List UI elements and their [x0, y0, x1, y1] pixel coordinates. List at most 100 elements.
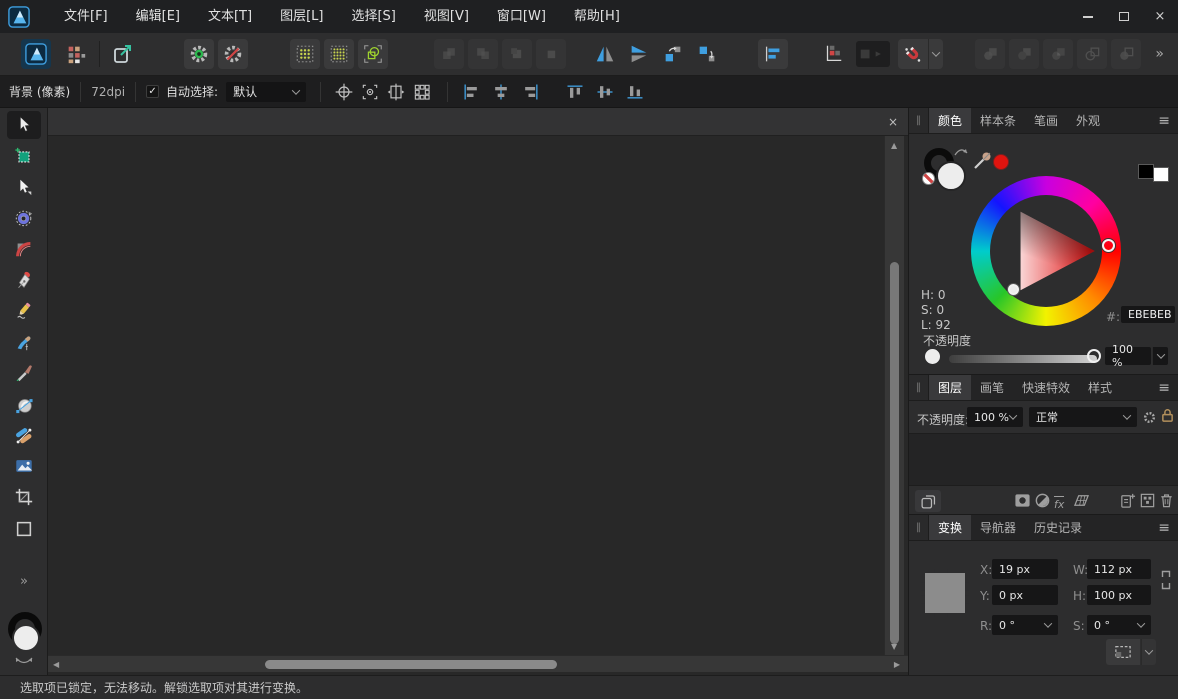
minimize-button[interactable] — [1070, 0, 1106, 33]
snap-pixels-button[interactable] — [324, 39, 354, 69]
adjustment-layer-button[interactable] — [1034, 492, 1051, 509]
document-close-button[interactable]: × — [885, 114, 901, 130]
fill-color-selector[interactable] — [936, 161, 966, 191]
menu-layer[interactable]: 图层[L] — [266, 0, 337, 33]
tab-appearance[interactable]: 外观 — [1067, 108, 1109, 133]
pencil-tool[interactable] — [7, 297, 41, 325]
opacity-dropdown[interactable] — [1152, 347, 1168, 365]
menu-file[interactable]: 文件[F] — [50, 0, 122, 33]
place-image-tool[interactable] — [7, 452, 41, 480]
edit-in-place-button[interactable] — [184, 39, 214, 69]
scroll-up-icon[interactable]: ▲ — [891, 141, 897, 150]
assistant-options-button[interactable] — [218, 39, 248, 69]
opacity-slider[interactable] — [949, 355, 1097, 363]
maximize-button[interactable] — [1106, 0, 1142, 33]
x-input[interactable]: 19 px — [992, 559, 1058, 579]
menu-window[interactable]: 窗口[W] — [483, 0, 560, 33]
vector-crop-tool[interactable] — [7, 483, 41, 511]
fill-color-well[interactable] — [12, 624, 40, 652]
arrange-back-button[interactable] — [434, 39, 464, 69]
color-wheel[interactable] — [971, 176, 1121, 326]
snapping-toggle[interactable] — [856, 41, 890, 67]
w-input[interactable]: 112 px — [1087, 559, 1151, 579]
fill-tool[interactable] — [7, 391, 41, 419]
panel-menu-icon[interactable]: ≡ — [1158, 520, 1170, 536]
pixel-persona-button[interactable] — [61, 39, 91, 69]
pen-tool[interactable] — [7, 266, 41, 294]
alignment-button[interactable] — [758, 39, 788, 69]
arrange-backward-button[interactable] — [468, 39, 498, 69]
rotate-cw-button[interactable] — [692, 39, 722, 69]
horizontal-scroll-thumb[interactable] — [265, 660, 557, 669]
close-button[interactable]: × — [1142, 0, 1178, 33]
show-alignment-handles-button[interactable] — [409, 80, 435, 104]
transparency-tool[interactable] — [7, 422, 41, 450]
auto-select-dropdown[interactable]: 默认 — [226, 82, 306, 102]
vertical-scroll-thumb[interactable] — [890, 262, 899, 644]
canvas[interactable] — [48, 136, 884, 655]
shear-dropdown[interactable]: 0 ° — [1087, 615, 1151, 635]
shape-tool[interactable] — [7, 515, 41, 543]
live-filter-button[interactable] — [1073, 492, 1090, 509]
layer-fx-button[interactable]: fx — [1054, 493, 1064, 512]
move-tool[interactable] — [7, 111, 41, 139]
boolean-intersect-button[interactable] — [1043, 39, 1073, 69]
align-right-button[interactable] — [518, 80, 544, 104]
panel-menu-icon[interactable]: ≡ — [1158, 380, 1170, 396]
snapping-options-dropdown[interactable] — [928, 39, 943, 69]
rotate-ccw-button[interactable] — [658, 39, 688, 69]
boolean-subtract-button[interactable] — [1009, 39, 1039, 69]
tab-layers[interactable]: 图层 — [929, 375, 971, 400]
y-input[interactable]: 0 px — [992, 585, 1058, 605]
swap-colors-icon[interactable] — [953, 145, 969, 157]
menu-edit[interactable]: 编辑[E] — [122, 0, 194, 33]
anchor-point-selector[interactable] — [925, 573, 965, 613]
scroll-down-icon[interactable]: ▼ — [891, 642, 897, 651]
scroll-left-icon[interactable]: ◀ — [53, 660, 59, 669]
tab-history[interactable]: 历史记录 — [1025, 515, 1091, 540]
eyedropper-icon[interactable] — [971, 148, 995, 172]
tab-quick-fx[interactable]: 快速特效 — [1013, 375, 1079, 400]
tab-stroke[interactable]: 笔画 — [1025, 108, 1067, 133]
toolbar-overflow-button[interactable]: » — [1155, 46, 1164, 62]
auto-select-checkbox[interactable]: ✓ — [146, 85, 159, 98]
snap-object-button[interactable] — [358, 39, 388, 69]
boolean-divide-button[interactable] — [1077, 39, 1107, 69]
layers-list[interactable] — [909, 433, 1178, 486]
delete-layer-button[interactable] — [1158, 492, 1175, 509]
node-tool[interactable] — [7, 173, 41, 201]
flip-horizontal-button[interactable] — [590, 39, 620, 69]
tab-navigator[interactable]: 导航器 — [971, 515, 1025, 540]
tools-overflow-button[interactable]: » — [0, 574, 48, 589]
corner-tool[interactable] — [7, 235, 41, 263]
arrange-front-button[interactable] — [536, 39, 566, 69]
snapping-magnet-button[interactable] — [898, 39, 928, 69]
link-layers-button[interactable] — [915, 490, 941, 512]
cycle-selection-box-button[interactable] — [383, 80, 409, 104]
opacity-swatch[interactable] — [925, 349, 940, 364]
hue-selector[interactable] — [1102, 239, 1115, 252]
tab-transform[interactable]: 变换 — [929, 515, 971, 540]
scroll-right-icon[interactable]: ▶ — [894, 660, 900, 669]
align-bottom-button[interactable] — [622, 80, 648, 104]
panel-menu-icon[interactable]: ≡ — [1158, 113, 1170, 129]
hex-value-field[interactable]: EBEBEB — [1121, 306, 1175, 323]
blend-mode-dropdown[interactable]: 正常 — [1029, 407, 1137, 427]
menu-help[interactable]: 帮助[H] — [560, 0, 634, 33]
bw-swatch-white[interactable] — [1153, 167, 1169, 182]
panel-grip-icon[interactable]: ‖ — [909, 375, 929, 400]
tab-brushes[interactable]: 画笔 — [971, 375, 1013, 400]
horizontal-scrollbar[interactable]: ◀ ▶ — [48, 655, 908, 672]
new-layer-button[interactable] — [1119, 492, 1136, 509]
knife-tool[interactable] — [7, 359, 41, 387]
move-by-whole-pixels-button[interactable] — [818, 39, 848, 69]
menu-select[interactable]: 选择[S] — [337, 0, 409, 33]
tab-swatches[interactable]: 样本条 — [971, 108, 1025, 133]
bw-swatch-black[interactable] — [1138, 164, 1154, 179]
arrange-forward-button[interactable] — [502, 39, 532, 69]
tab-styles[interactable]: 样式 — [1079, 375, 1121, 400]
menu-view[interactable]: 视图[V] — [410, 0, 483, 33]
opacity-value-field[interactable]: 100 % — [1105, 347, 1151, 365]
swap-fill-stroke-icon[interactable] — [14, 656, 34, 666]
mask-layer-button[interactable] — [1014, 492, 1031, 509]
